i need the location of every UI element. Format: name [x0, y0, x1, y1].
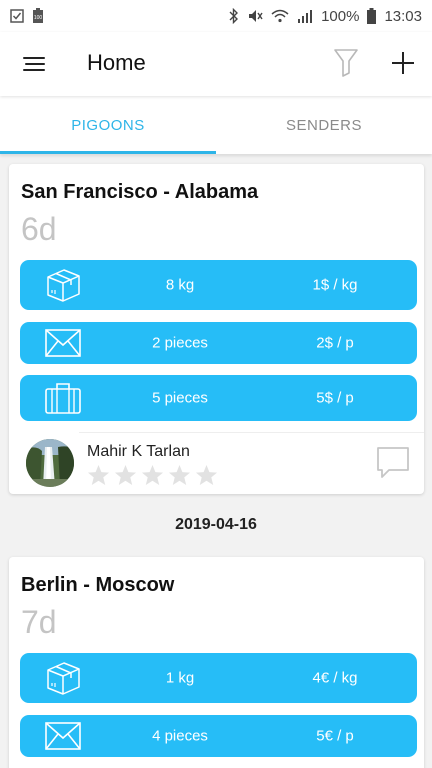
star-icon	[87, 464, 110, 486]
battery-percent: 100%	[321, 7, 360, 25]
clock: 13:03	[384, 7, 422, 25]
listing-card[interactable]: San Francisco - Alabama 6d 8 kg 1$ / kg …	[9, 164, 424, 494]
wifi-icon	[271, 9, 289, 23]
star-icon	[168, 464, 191, 486]
item-price: 5$ / p	[316, 389, 354, 407]
bluetooth-icon	[229, 8, 239, 24]
duration: 7d	[21, 604, 57, 640]
hamburger-menu-icon	[23, 57, 45, 71]
envelope-icon	[45, 329, 81, 357]
message-button[interactable]	[375, 444, 411, 480]
app-bar: Home	[0, 32, 432, 96]
plus-icon	[392, 52, 414, 74]
star-icon	[141, 464, 164, 486]
route-title: San Francisco - Alabama	[21, 181, 259, 203]
route-title: Berlin - Moscow	[21, 574, 175, 596]
suitcase-icon	[45, 383, 81, 414]
tab-senders[interactable]: SENDERS	[216, 96, 432, 154]
filter-icon	[334, 49, 358, 77]
checkbox-notification-icon	[10, 9, 24, 23]
page-title: Home	[87, 50, 146, 75]
menu-button[interactable]	[20, 50, 48, 78]
battery-badge-icon: 100	[33, 8, 43, 23]
sender-name: Mahir K Tarlan	[87, 443, 190, 460]
status-bar: 100 100% 13:03	[0, 0, 432, 32]
filter-button[interactable]	[330, 46, 362, 80]
listing-card[interactable]: Berlin - Moscow 7d 1 kg 4€ / kg 4 pieces…	[9, 557, 424, 768]
package-icon	[47, 662, 80, 695]
chat-bubble-icon	[377, 447, 409, 478]
item-row-package[interactable]: 8 kg 1$ / kg	[20, 260, 417, 310]
star-icon	[195, 464, 218, 486]
tab-pigoons[interactable]: PIGOONS	[0, 96, 216, 154]
rating-stars	[87, 464, 218, 486]
item-quantity: 4 pieces	[152, 727, 208, 745]
item-row-suitcase[interactable]: 5 pieces 5$ / p	[20, 375, 417, 421]
add-button[interactable]	[388, 48, 418, 78]
date-separator: 2019-04-16	[175, 516, 257, 533]
item-price: 4€ / kg	[312, 669, 358, 687]
duration: 6d	[21, 211, 57, 247]
tab-bar: PIGOONS SENDERS	[0, 96, 432, 154]
item-row-package[interactable]: 1 kg 4€ / kg	[20, 653, 417, 703]
item-quantity: 2 pieces	[152, 334, 208, 352]
signal-icon	[298, 10, 313, 23]
item-price: 5€ / p	[316, 727, 354, 745]
avatar[interactable]	[26, 439, 74, 487]
avatar-waterfall-image	[26, 439, 74, 487]
item-price: 2$ / p	[316, 334, 354, 352]
badge-text: 100	[34, 15, 43, 21]
star-icon	[114, 464, 137, 486]
item-row-envelope[interactable]: 4 pieces 5€ / p	[20, 715, 417, 757]
mute-icon	[249, 10, 263, 22]
battery-icon	[367, 8, 377, 24]
item-quantity: 1 kg	[165, 669, 195, 687]
envelope-icon	[45, 722, 81, 750]
item-price: 1$ / kg	[312, 276, 358, 294]
item-row-envelope[interactable]: 2 pieces 2$ / p	[20, 322, 417, 364]
item-quantity: 8 kg	[165, 276, 195, 294]
item-quantity: 5 pieces	[152, 389, 208, 407]
package-icon	[47, 269, 80, 302]
divider	[79, 432, 424, 433]
